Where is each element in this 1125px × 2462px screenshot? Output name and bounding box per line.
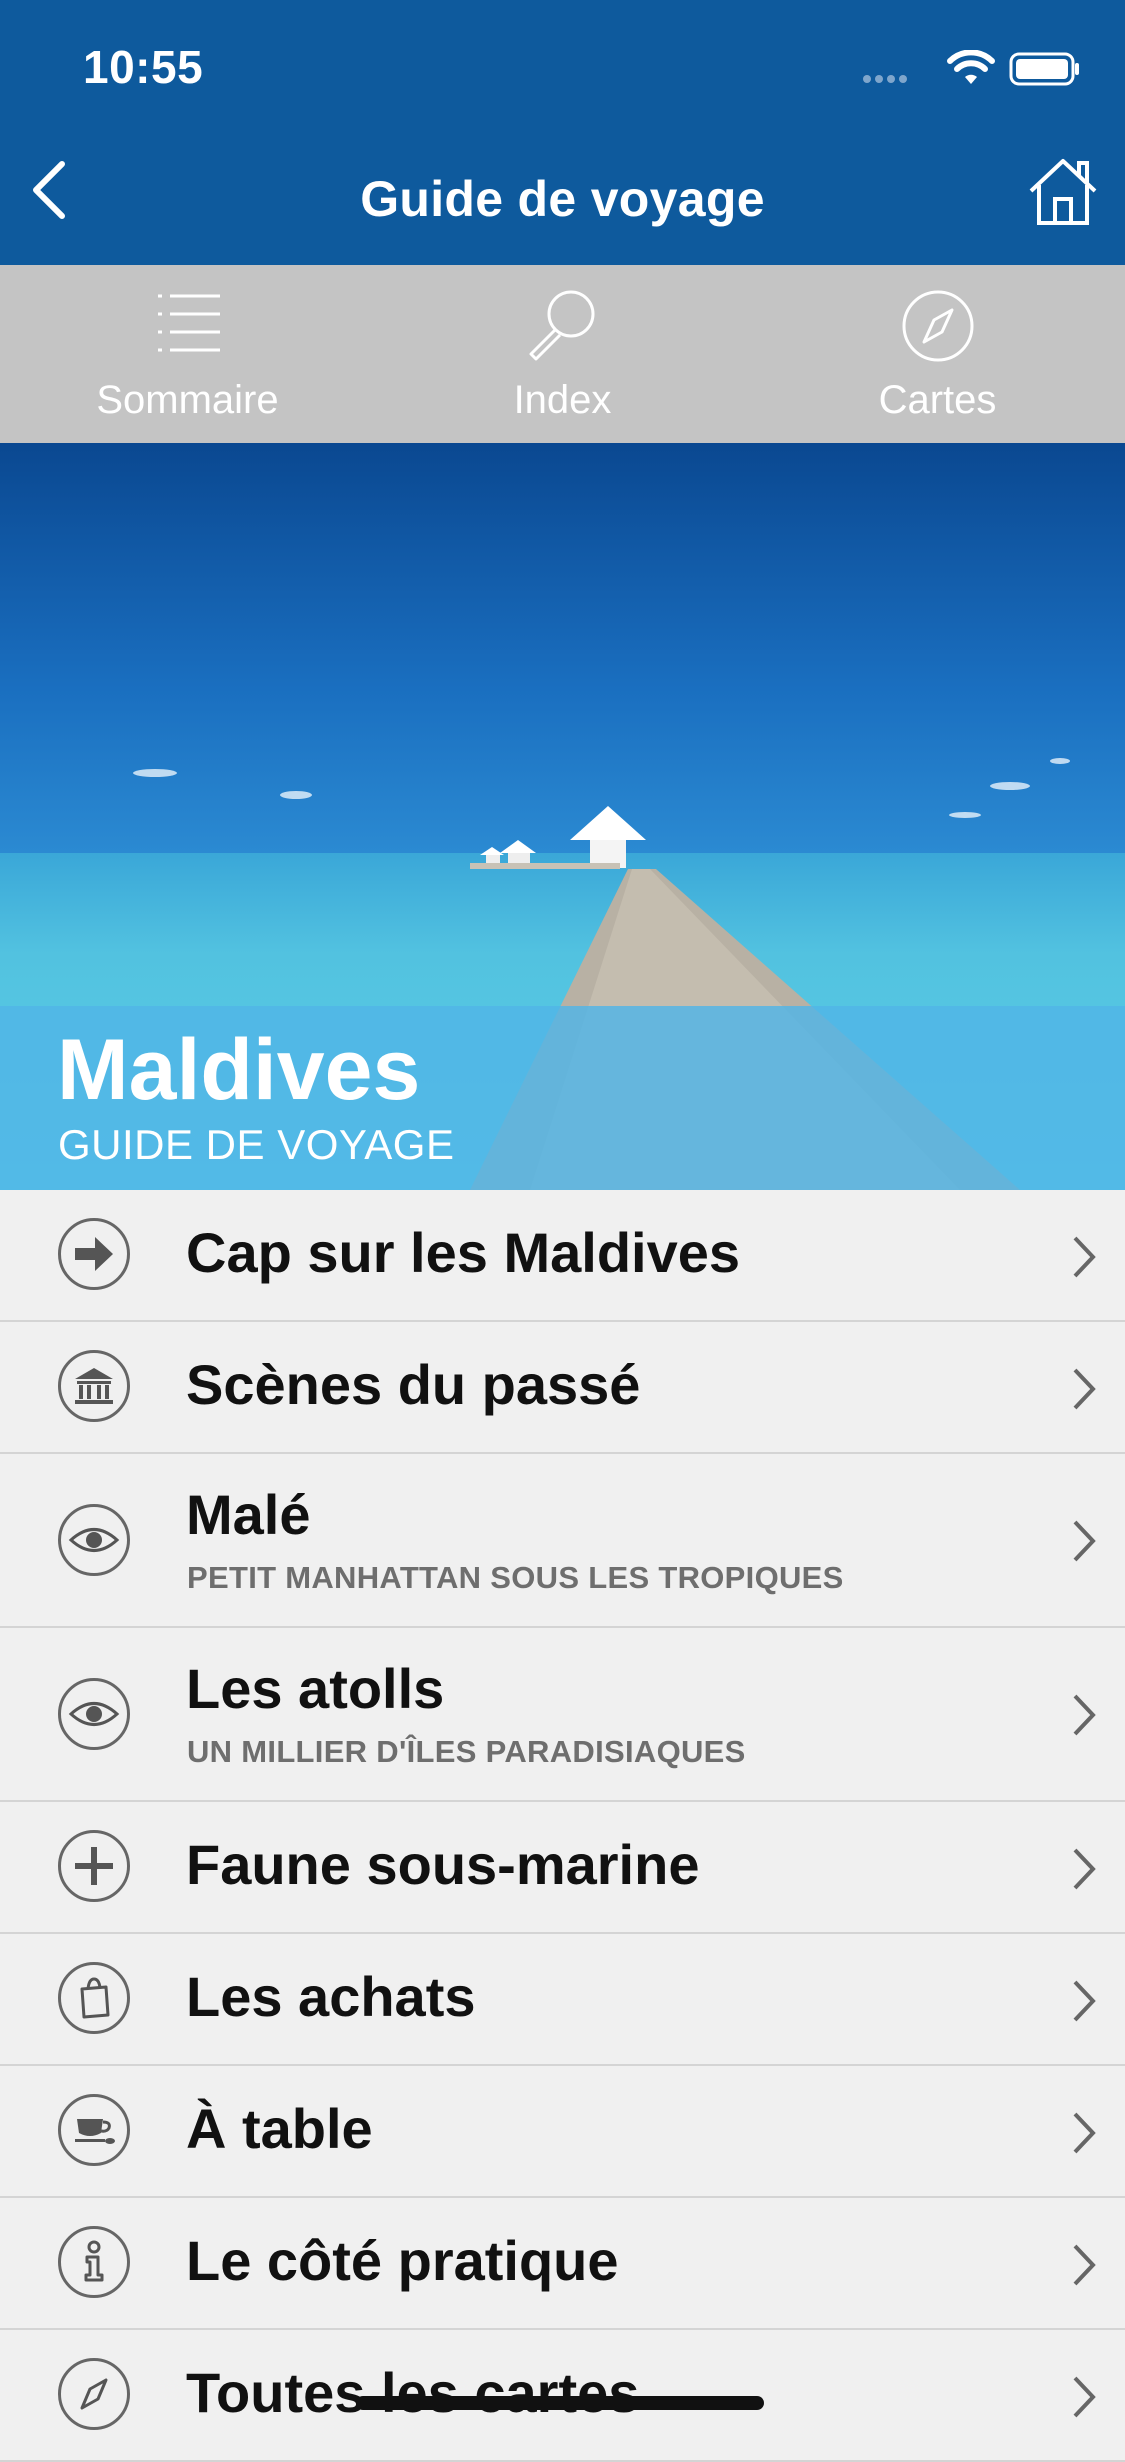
list-item-title: Toutes les cartes [186, 2361, 640, 2424]
battery-icon [1009, 52, 1079, 86]
toolbar-index[interactable]: Index [375, 265, 750, 443]
search-icon [529, 290, 594, 361]
toolbar-cartes[interactable]: Cartes [750, 265, 1125, 443]
hero-title: Maldives [57, 1022, 421, 1118]
list-item-title: Scènes du passé [186, 1353, 641, 1416]
list-item-faune-sous-marine[interactable]: Faune sous-marine [0, 1802, 1125, 1934]
list-item-le-cote-pratique[interactable]: Le côté pratique [0, 2198, 1125, 2330]
chevron-right-icon [1073, 1980, 1096, 2022]
list-item-title: À table [186, 2097, 373, 2160]
home-button[interactable] [1025, 155, 1101, 229]
navigation-bar: 10:55 Guide de voyage [0, 0, 1125, 265]
chevron-right-icon [1073, 2244, 1096, 2286]
toolbar-sommaire[interactable]: Sommaire [0, 265, 375, 443]
list-item-title: Faune sous-marine [186, 1833, 700, 1896]
list-item-male[interactable]: Malé PETIT MANHATTAN SOUS LES TROPIQUES [0, 1454, 1125, 1628]
signal-icon [863, 70, 917, 83]
list-item-les-atolls[interactable]: Les atolls UN MILLIER D'ÎLES PARADISIAQU… [0, 1628, 1125, 1802]
chevron-right-icon [1073, 1848, 1096, 1890]
chevron-right-icon [1073, 1368, 1096, 1410]
museum-icon [58, 1350, 130, 1422]
list-item-a-table[interactable]: À table [0, 2066, 1125, 2198]
toolbar-label: Sommaire [96, 378, 279, 422]
list-item-scenes-du-passe[interactable]: Scènes du passé [0, 1322, 1125, 1454]
wifi-icon [947, 50, 995, 84]
toolbar-label: Cartes [878, 378, 997, 422]
hero-subtitle: GUIDE DE VOYAGE [58, 1121, 455, 1168]
chevron-right-icon [1073, 1694, 1096, 1736]
plus-icon [58, 1830, 130, 1902]
arrow-right-icon [58, 1218, 130, 1290]
compass-icon [58, 2358, 130, 2430]
list-item-title: Les atolls [186, 1657, 445, 1720]
coffee-cup-icon [58, 2094, 130, 2166]
compass-icon [902, 290, 973, 362]
list-item-subtitle: PETIT MANHATTAN SOUS LES TROPIQUES [187, 1560, 844, 1595]
info-icon [58, 2226, 130, 2298]
chevron-right-icon [1073, 1520, 1096, 1562]
list-item-title: Les achats [186, 1965, 476, 2028]
shopping-bag-icon [58, 1962, 130, 2034]
list-item-les-achats[interactable]: Les achats [0, 1934, 1125, 2066]
eye-icon [58, 1678, 130, 1750]
chevron-right-icon [1073, 1236, 1096, 1278]
list-item-title: Le côté pratique [186, 2229, 619, 2292]
status-time: 10:55 [83, 41, 204, 93]
toolbar: Sommaire Index Cartes [0, 265, 1125, 443]
toolbar-label: Index [513, 378, 612, 422]
chapter-list: Cap sur les Maldives Scènes du passé Mal… [0, 1190, 1125, 2462]
list-icon [157, 294, 220, 352]
home-indicator[interactable] [356, 2396, 764, 2410]
list-item-cap-sur-les-maldives[interactable]: Cap sur les Maldives [0, 1190, 1125, 1322]
chevron-right-icon [1073, 2112, 1096, 2154]
page-title: Guide de voyage [360, 171, 765, 227]
list-item-title: Malé [186, 1483, 311, 1546]
list-item-title: Cap sur les Maldives [186, 1221, 741, 1284]
chevron-right-icon [1073, 2376, 1096, 2418]
list-item-subtitle: UN MILLIER D'ÎLES PARADISIAQUES [187, 1734, 746, 1769]
eye-icon [58, 1504, 130, 1576]
hero-image: Maldives GUIDE DE VOYAGE [0, 443, 1125, 1190]
